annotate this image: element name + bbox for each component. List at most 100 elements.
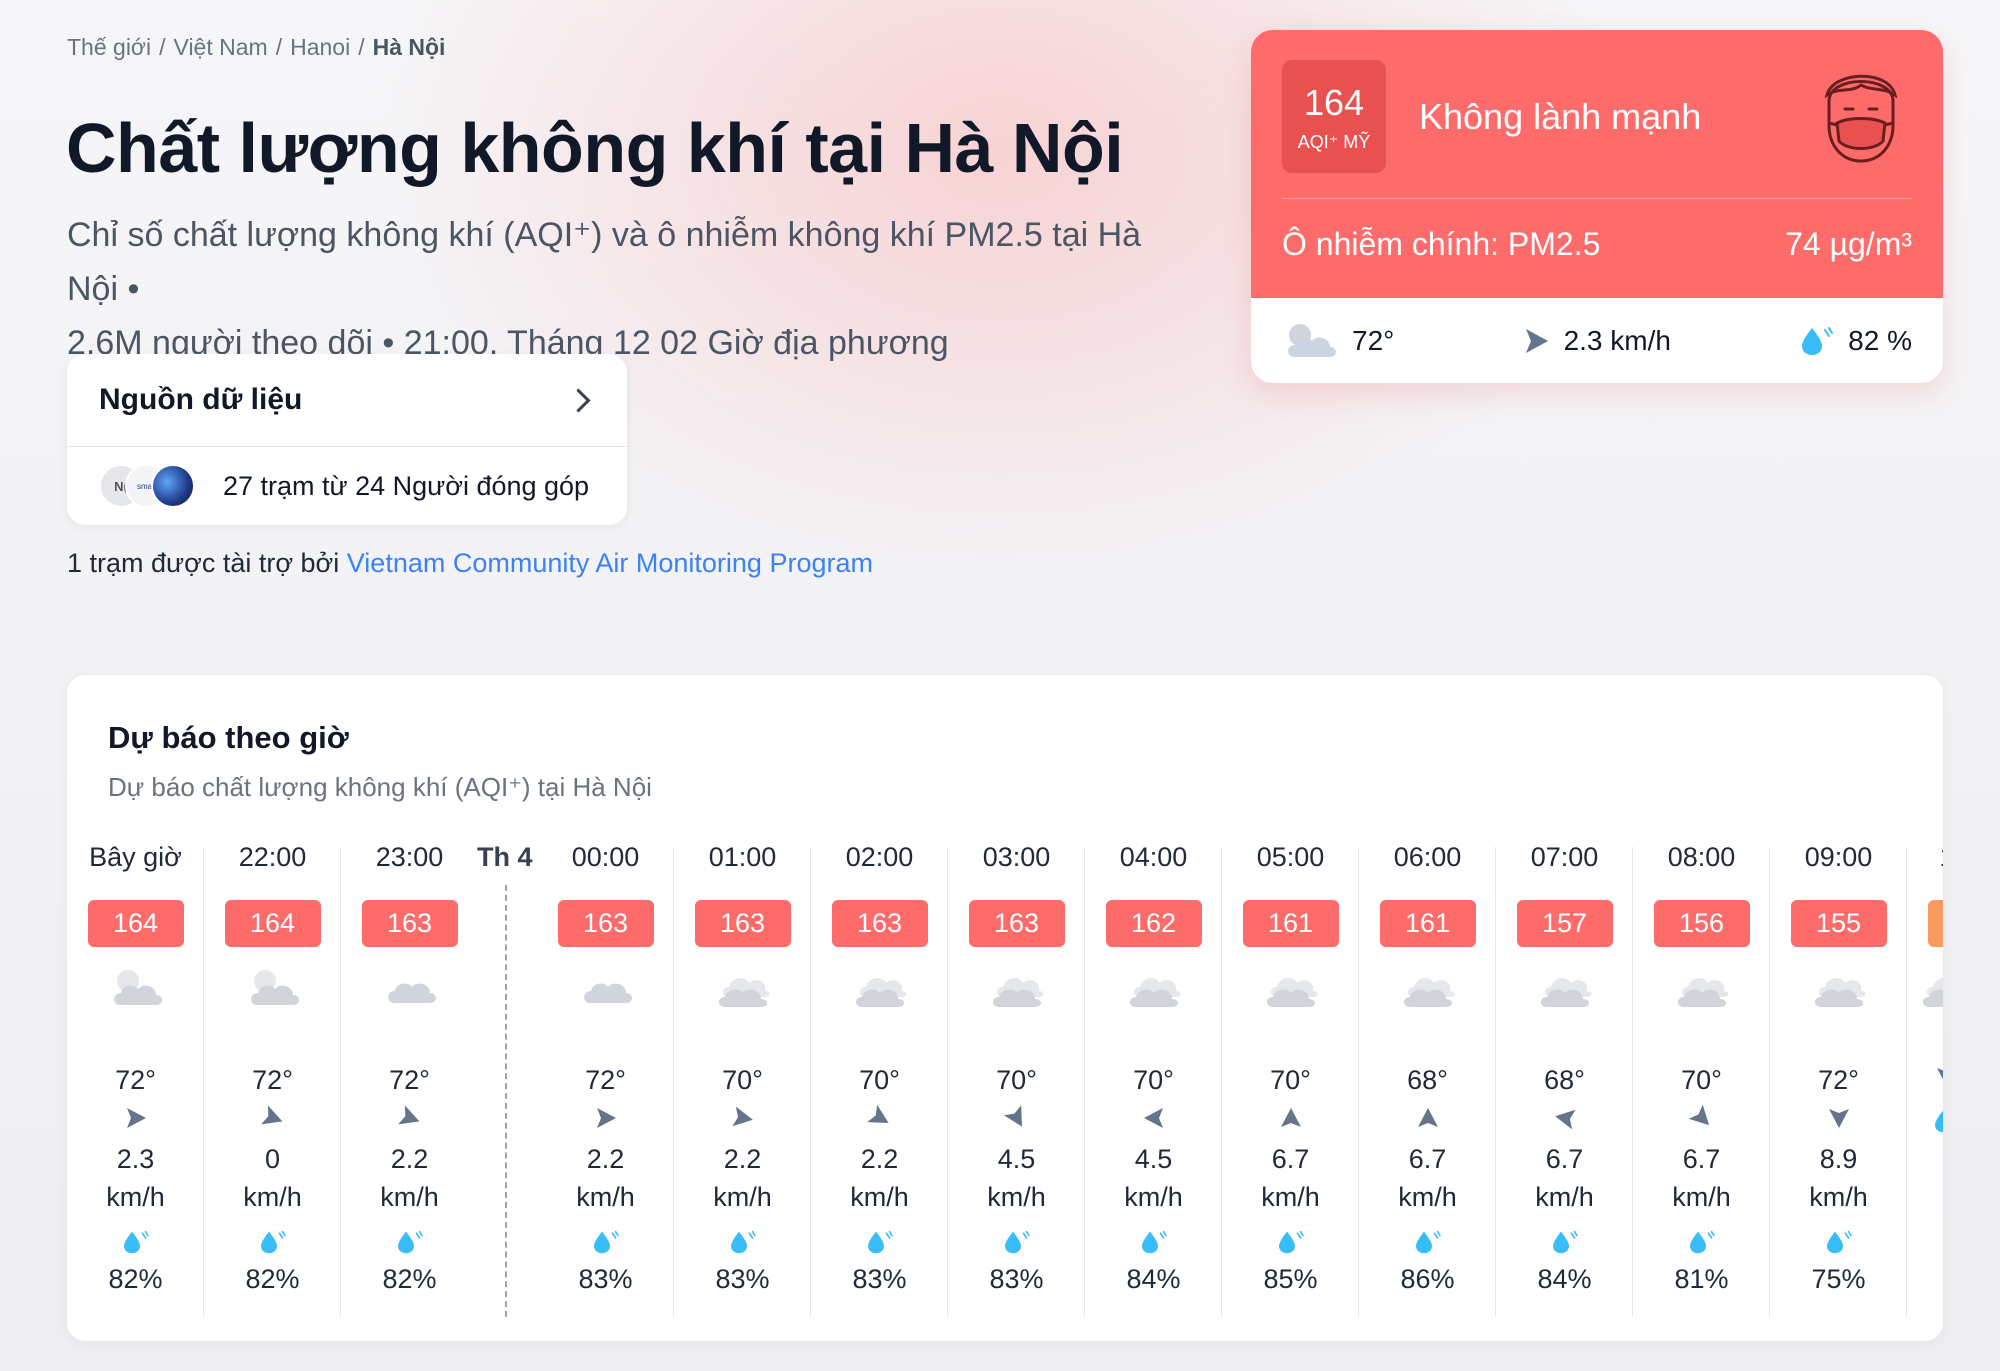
sponsor-link[interactable]: Vietnam Community Air Monitoring Program [347, 548, 873, 578]
breadcrumb-separator: / [358, 34, 365, 60]
breadcrumb-world[interactable]: Thế giới [67, 34, 151, 60]
forecast-wind-speed: 2.2 [860, 1144, 899, 1174]
aqi-badge: 164 AQI⁺ MỸ [1282, 60, 1386, 173]
breadcrumb-region[interactable]: Hanoi [290, 34, 350, 60]
forecast-wind-unit: km/h [243, 1182, 302, 1212]
breadcrumb-city: Hà Nội [372, 34, 446, 60]
forecast-aqi-badge: 163 [557, 900, 654, 947]
wind-direction-icon [1496, 1106, 1633, 1136]
cloud-icon [537, 967, 674, 1027]
clouds-icon [674, 967, 811, 1027]
breadcrumb: Thế giới / Việt Nam / Hanoi / Hà Nội [67, 34, 445, 61]
forecast-aqi-badge: 163 [361, 900, 458, 947]
day-divider [505, 885, 507, 1317]
forecast-time: 09:00 [1804, 842, 1873, 872]
forecast-wind-unit: km/h [1535, 1182, 1594, 1212]
data-source-card[interactable]: Nguồn dữ liệu N( smart 27 trạm từ 24 Ngư… [67, 354, 627, 525]
humidity-drop-icon [204, 1230, 341, 1254]
weather-summary: 72° 2.3 km/h 82 % [1251, 298, 1943, 383]
forecast-hour-column: 08:00 156 70° 6.7 km/h 81% [1633, 842, 1770, 1317]
forecast-wind-speed: 2.2 [586, 1144, 625, 1174]
forecast-humidity: 83% [578, 1264, 633, 1294]
breadcrumb-country[interactable]: Việt Nam [174, 34, 268, 60]
data-source-body[interactable]: N( smart 27 trạm từ 24 Người đóng góp [67, 447, 627, 525]
forecast-humidity: 84% [1126, 1264, 1181, 1294]
forecast-wind-unit: km/h [1672, 1182, 1731, 1212]
forecast-humidity: 86% [1400, 1264, 1455, 1294]
forecast-hour-column: 03:00 163 70° 4.5 km/h 83% [948, 842, 1085, 1317]
forecast-wind: 2.2 km/h [341, 1140, 478, 1216]
humidity-drop-icon [674, 1230, 811, 1254]
forecast-temperature: 72° [115, 1065, 156, 1095]
forecast-wind-speed: 4.5 [997, 1144, 1036, 1174]
clouds-icon [1907, 967, 1943, 1027]
humidity-drop-icon [537, 1230, 674, 1254]
forecast-wind-unit: km/h [106, 1182, 165, 1212]
forecast-hour-column: 07:00 157 68° 6.7 km/h 84% [1496, 842, 1633, 1317]
forecast-hour-column: 04:00 162 70° 4.5 km/h 84% [1085, 842, 1222, 1317]
forecast-temperature: 70° [996, 1065, 1037, 1095]
forecast-temperature: 70° [1133, 1065, 1174, 1095]
forecast-wind-speed: 6.7 [1408, 1144, 1447, 1174]
forecast-temperature: 72° [585, 1065, 626, 1095]
forecast-temperature: 70° [722, 1065, 763, 1095]
forecast-time: 04:00 [1119, 842, 1188, 872]
breadcrumb-separator: / [159, 34, 166, 60]
aqi-status-text: Không lành mạnh [1419, 96, 1702, 137]
data-source-header[interactable]: Nguồn dữ liệu [67, 354, 627, 447]
wind-value: 2.3 km/h [1563, 324, 1671, 356]
current-aqi-card: 164 AQI⁺ MỸ Không lành mạnh Ô nhiễm chín… [1251, 30, 1943, 383]
forecast-hour-column: 02:00 163 70° 2.2 km/h 83% [811, 842, 948, 1317]
humidity-drop-icon [1359, 1230, 1496, 1254]
forecast-wind-unit: km/h [987, 1182, 1046, 1212]
wind-direction-icon [537, 1106, 674, 1136]
humidity-drop-icon [1907, 1109, 1943, 1133]
forecast-aqi-badge: 161 [1242, 900, 1339, 947]
forecast-wind-speed: 0 [264, 1144, 281, 1174]
forecast-humidity: 82% [108, 1264, 163, 1294]
forecast-wind: 8.9 km/h [1770, 1140, 1907, 1216]
forecast-wind-speed: 8.9 [1819, 1144, 1858, 1174]
forecast-time: 02:00 [845, 842, 914, 872]
forecast-aqi-badge: 164 [224, 900, 321, 947]
forecast-aqi-badge: 164 [87, 900, 184, 947]
forecast-humidity: 82% [382, 1264, 437, 1294]
divider [1282, 198, 1912, 199]
forecast-wind-unit: km/h [1124, 1182, 1183, 1212]
page-title: Chất lượng không khí tại Hà Nội [66, 109, 1124, 187]
wind-direction-icon [341, 1105, 478, 1136]
day-marker: Th 4 [477, 842, 533, 872]
forecast-aqi-badge: 163 [968, 900, 1065, 947]
cloudy-night-icon [1288, 323, 1336, 357]
forecast-aqi-badge: 155 [1790, 900, 1887, 947]
clouds-icon [1770, 967, 1907, 1027]
weather-wind: 2.3 km/h [1524, 325, 1671, 357]
forecast-temperature: 68° [1544, 1065, 1585, 1095]
forecast-hour-column: 09:00 155 72° 8.9 km/h 75% [1770, 842, 1907, 1317]
forecast-time: 06:00 [1393, 842, 1462, 872]
forecast-wind: 6.7 km/h [1222, 1140, 1359, 1216]
forecast-time: 1 [1907, 842, 1943, 882]
forecast-wind-unit: km/h [713, 1182, 772, 1212]
main-pollutant-label: Ô nhiễm chính: PM2.5 [1282, 226, 1601, 262]
humidity-drop-icon [1222, 1230, 1359, 1254]
wind-direction-icon [1907, 1065, 1943, 1095]
wind-direction-icon [204, 1105, 341, 1136]
station-count: 27 trạm từ 24 Người đóng góp [223, 470, 590, 501]
humidity-drop-icon [1633, 1230, 1770, 1254]
weather-humidity: 82 % [1800, 325, 1912, 357]
aqi-unit: AQI⁺ MỸ [1297, 132, 1371, 152]
forecast-humidity: 81% [1674, 1264, 1729, 1294]
forecast-temperature: 72° [252, 1065, 293, 1095]
forecast-humidity: 84% [1537, 1264, 1592, 1294]
forecast-hour-column: 06:00 161 68° 6.7 km/h 86% [1359, 842, 1496, 1317]
forecast-title: Dự báo theo giờ [108, 720, 349, 755]
chevron-right-icon[interactable] [566, 387, 591, 413]
forecast-temperature: 68° [1407, 1065, 1448, 1095]
contributor-logos: N( smart [99, 464, 199, 508]
humidity-drop-icon [1496, 1230, 1633, 1254]
forecast-humidity: 83% [989, 1264, 1044, 1294]
forecast-aqi-badge: 162 [1105, 900, 1202, 947]
temperature-value: 72° [1352, 324, 1395, 356]
forecast-hour-column: 00:00 163 72° 2.2 km/h 83% [537, 842, 674, 1317]
